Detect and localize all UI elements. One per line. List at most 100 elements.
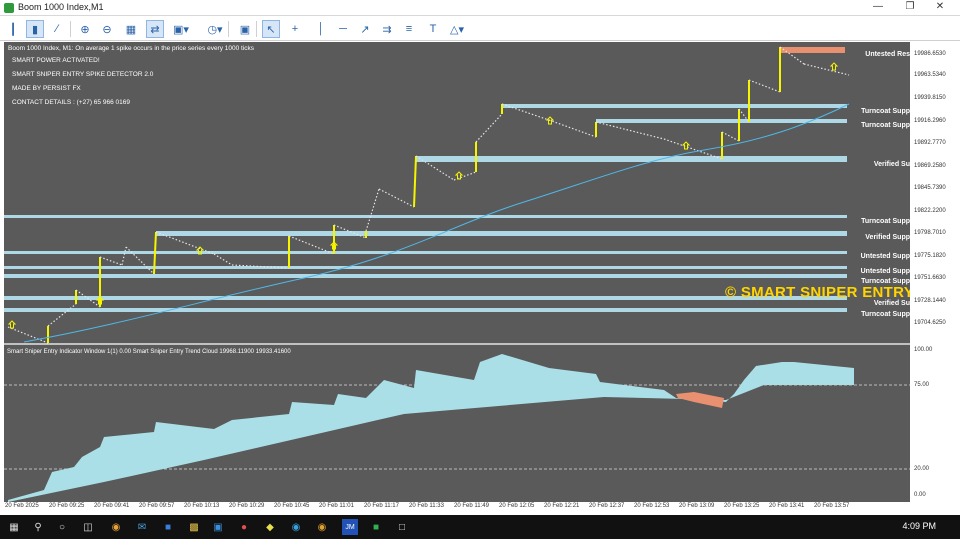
price-tick: 19963.5340: [914, 72, 946, 78]
time-tick: 20 Feb 13:25: [724, 503, 760, 509]
price-decline: [475, 113, 503, 143]
watermark: © SMART SNIPER ENTRY: [725, 284, 915, 301]
price-tick: 19892.7770: [914, 140, 946, 146]
price-decline: [7, 326, 49, 344]
price-decline: [47, 303, 77, 327]
time-tick: 20 Feb 10:29: [229, 503, 265, 509]
trendline-icon[interactable]: ↗: [356, 20, 374, 38]
time-axis[interactable]: 20 Feb 2025 20 Feb 09:25 20 Feb 09:41 20…: [0, 502, 960, 515]
oscillator-header: Smart Sniper Entry Indicator Window 1(1)…: [7, 349, 291, 355]
mail-icon[interactable]: ✉: [134, 519, 150, 535]
price-tick: 19822.2200: [914, 208, 946, 214]
osc-tick: 100.00: [914, 347, 933, 353]
cursor-icon[interactable]: ↖: [262, 20, 280, 38]
zoom-in-icon[interactable]: ⊕: [76, 20, 94, 38]
chart-window[interactable]: Boom 1000 Index, M1: On average 1 spike …: [4, 42, 910, 502]
metatrader-icon[interactable]: JM: [342, 519, 358, 535]
templates-icon[interactable]: ◷▾: [206, 20, 224, 38]
buy-signal-arrow: [7, 320, 17, 329]
app-green-icon[interactable]: ■: [368, 519, 384, 535]
close-button[interactable]: ✕: [928, 1, 952, 12]
store-icon[interactable]: ▣: [210, 519, 226, 535]
toolbar: ┃ ▮ ∕ ⊕ ⊖ ▦ ⇄ ▣▾ ◷▾ ▣ ↖ + │ ─ ↗ ⇉ ≡ T △▾: [0, 17, 960, 41]
restore-button[interactable]: ❐: [898, 1, 922, 12]
price-scale[interactable]: 19986.6530 19963.5340 19939.8150 19916.2…: [910, 42, 960, 502]
price-tick: 19916.2960: [914, 118, 946, 124]
sr-level-band: [501, 104, 847, 108]
price-decline: [378, 188, 415, 208]
price-tick: 19728.1440: [914, 298, 946, 304]
time-tick: 20 Feb 12:05: [499, 503, 535, 509]
channel-icon[interactable]: ⇉: [378, 20, 396, 38]
shapes-icon[interactable]: △▾: [448, 20, 466, 38]
price-tick: 19704.6250: [914, 320, 946, 326]
app-icon[interactable]: □: [394, 519, 410, 535]
level-label: Untested Supp: [860, 253, 910, 260]
cortana-icon[interactable]: ○: [54, 519, 70, 535]
screenshot-icon[interactable]: ▣: [236, 20, 254, 38]
price-tick: 19751.6630: [914, 275, 946, 281]
horizontal-line-icon[interactable]: ─: [334, 20, 352, 38]
time-tick: 20 Feb 11:01: [319, 503, 354, 509]
time-tick: 20 Feb 09:57: [139, 503, 175, 509]
app-icon[interactable]: ◆: [262, 519, 278, 535]
media-player-icon[interactable]: ●: [236, 519, 252, 535]
taskbar-clock: 4:09 PM: [902, 521, 936, 531]
sr-level-band: [4, 266, 847, 269]
vertical-line-icon[interactable]: │: [312, 20, 330, 38]
copilot-icon[interactable]: ◉: [108, 519, 124, 535]
candles-icon[interactable]: ▮: [26, 20, 44, 38]
time-tick: 20 Feb 13:09: [679, 503, 715, 509]
tile-windows-icon[interactable]: ▦: [122, 20, 140, 38]
moving-average-line: [23, 103, 850, 343]
periods-icon[interactable]: ▣▾: [172, 20, 190, 38]
time-tick: 20 Feb 10:13: [184, 503, 220, 509]
price-decline: [213, 253, 233, 266]
edge-icon[interactable]: ◉: [288, 519, 304, 535]
task-view-icon[interactable]: ◫: [80, 519, 96, 535]
level-label: Turncoat Supp: [861, 108, 910, 115]
info-line: SMART POWER ACTIVATED!: [12, 57, 100, 64]
time-tick: 20 Feb 13:41: [769, 503, 805, 509]
sr-level-band: [780, 47, 845, 53]
sr-level-band: [4, 296, 847, 300]
price-decline: [721, 131, 740, 142]
price-tick: 19986.6530: [914, 51, 946, 57]
osc-tick: 0.00: [914, 492, 926, 498]
crosshair-icon[interactable]: +: [286, 20, 304, 38]
taskbar: ▦ ⚲ ○ ◫ ◉ ✉ ■ ▩ ▣ ● ◆ ◉ ◉ JM ■ □ 4:09 PM: [0, 515, 960, 539]
chart-canvas[interactable]: [4, 42, 910, 502]
price-decline: [548, 119, 597, 138]
zoom-out-icon[interactable]: ⊖: [98, 20, 116, 38]
level-label: Verified Su: [873, 161, 910, 168]
search-icon[interactable]: ⚲: [30, 519, 46, 535]
info-line: CONTACT DETAILS : (+27) 65 966 0169: [12, 99, 130, 106]
level-label: Turncoat Supp: [861, 218, 910, 225]
teams-icon[interactable]: ■: [160, 519, 176, 535]
sr-level-band: [4, 308, 847, 312]
price-decline: [99, 256, 123, 266]
level-label: Untested Res: [865, 51, 910, 58]
sr-level-band: [4, 251, 847, 254]
price-decline: [365, 188, 380, 232]
price-tick: 19775.1820: [914, 253, 946, 259]
level-label: Verified Su: [873, 300, 910, 307]
file-explorer-icon[interactable]: ▩: [186, 519, 202, 535]
level-label: Verified Supp: [865, 234, 910, 241]
osc-tick: 20.00: [914, 466, 930, 472]
buy-signal-arrow: [829, 62, 839, 71]
time-tick: 20 Feb 11:33: [409, 503, 444, 509]
fibonacci-icon[interactable]: ≡: [400, 20, 418, 38]
minimize-button[interactable]: —: [866, 1, 890, 12]
title-bar: Boom 1000 Index,M1 — ❐ ✕: [0, 0, 960, 16]
sr-level-band: [4, 215, 847, 218]
price-decline: [595, 121, 665, 140]
time-tick: 20 Feb 12:21: [544, 503, 580, 509]
windows-start-icon[interactable]: ▦: [6, 519, 22, 535]
text-icon[interactable]: T: [424, 20, 442, 38]
chrome-icon[interactable]: ◉: [314, 519, 330, 535]
line-chart-icon[interactable]: ∕: [48, 20, 66, 38]
indicators-icon[interactable]: ⇄: [146, 20, 164, 38]
time-tick: 20 Feb 13:57: [814, 503, 850, 509]
bar-chart-icon[interactable]: ┃: [4, 20, 22, 38]
